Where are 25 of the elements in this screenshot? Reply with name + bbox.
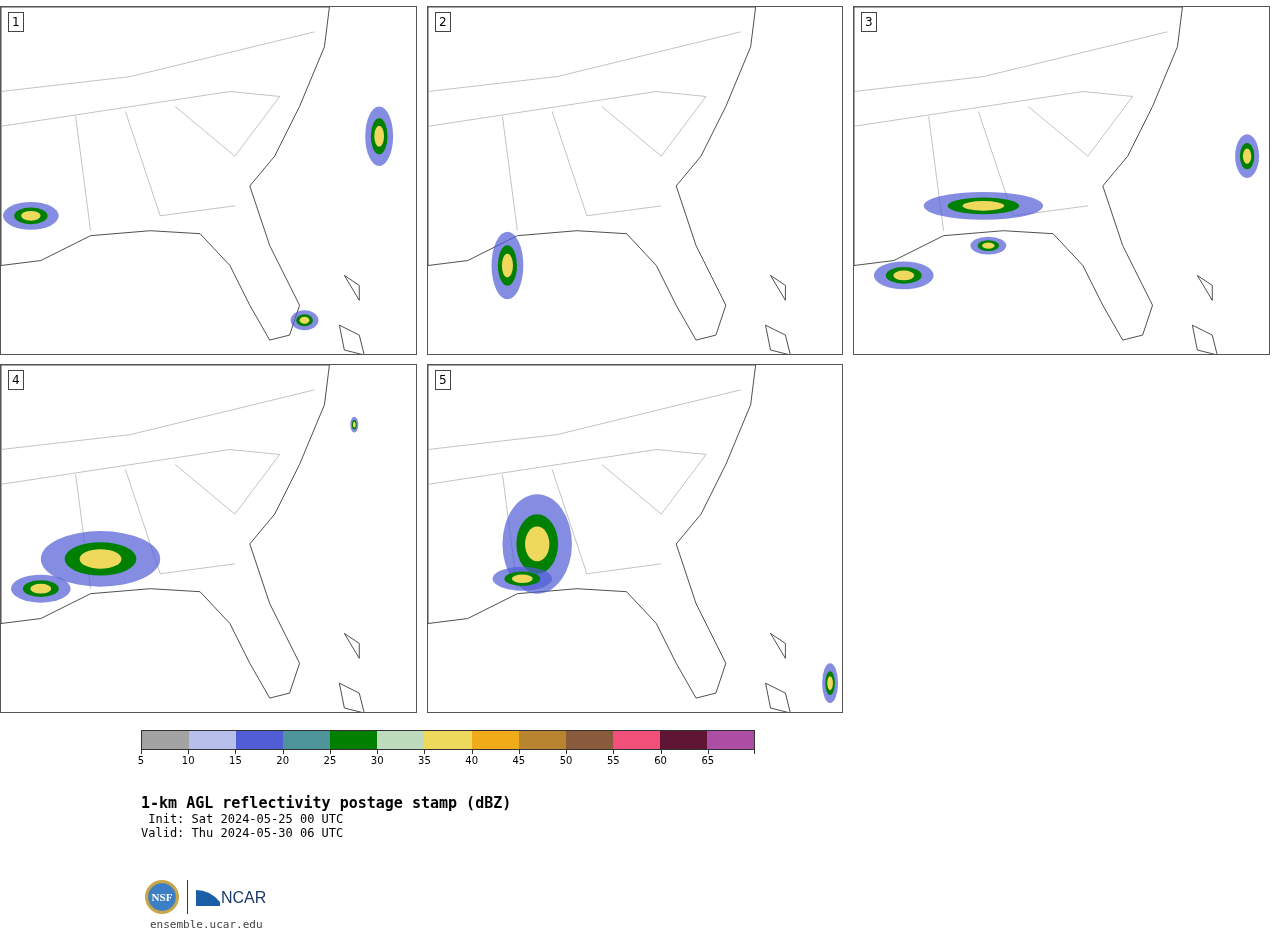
tick-label: 35 <box>418 755 431 767</box>
tick-label: 50 <box>559 755 573 767</box>
tick-label: 40 <box>465 755 478 767</box>
tick-label: 5 <box>137 755 145 767</box>
panel-number: 4 <box>8 370 24 390</box>
tick-label: 55 <box>607 755 620 767</box>
swoosh-icon <box>196 888 220 906</box>
init-time: Init: Sat 2024-05-25 00 UTC <box>147 812 345 826</box>
website-url: ensemble.ucar.edu <box>150 918 264 931</box>
tick-label: 60 <box>654 755 667 767</box>
tick-label: 10 <box>181 755 195 767</box>
tick-label: 65 <box>701 755 715 767</box>
ncar-logo: NCAR <box>221 890 267 906</box>
tick-label: 15 <box>229 755 242 767</box>
tick-label: 25 <box>323 755 337 767</box>
tick-label: 30 <box>370 755 384 767</box>
panel-number: 3 <box>861 12 877 32</box>
tick-label: 45 <box>512 755 526 767</box>
nsf-logo: NSF <box>145 880 179 914</box>
valid-time: Valid: Thu 2024-05-30 06 UTC <box>141 826 345 840</box>
panel-number: 1 <box>8 12 24 32</box>
panel-number: 5 <box>435 370 451 390</box>
panel-number: 2 <box>435 12 451 32</box>
chart-title: 1-km AGL reflectivity postage stamp (dBZ) <box>141 794 513 812</box>
tick-label: 20 <box>276 755 290 767</box>
